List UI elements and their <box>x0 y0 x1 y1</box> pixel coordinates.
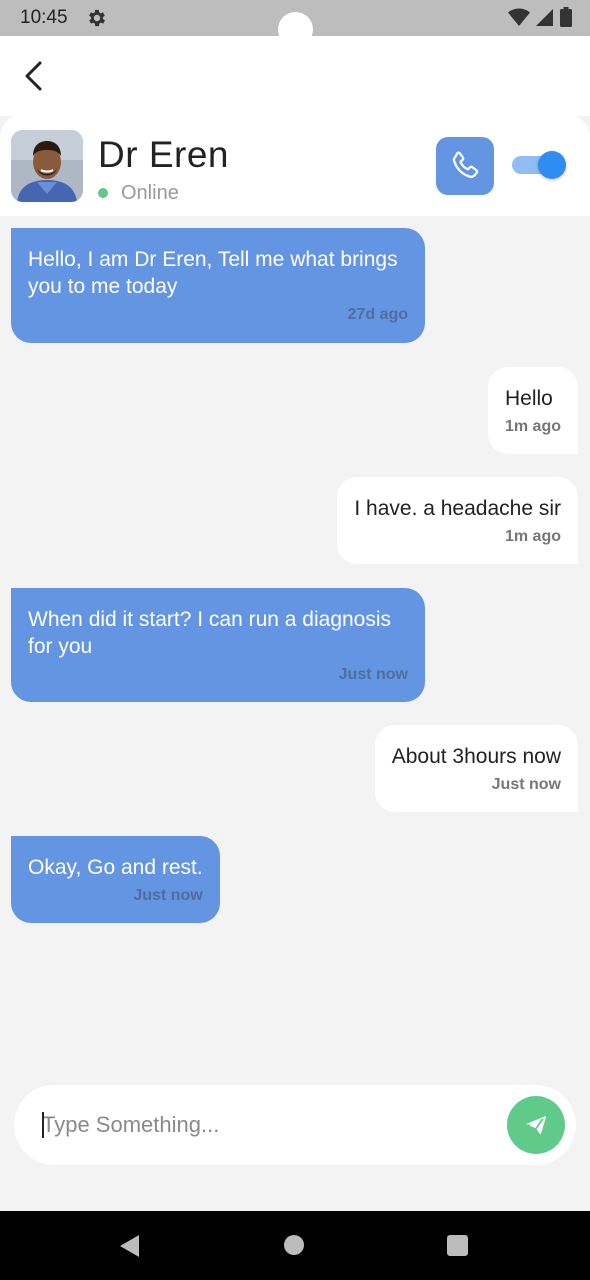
back-arrow-icon <box>25 61 42 91</box>
phone-icon <box>452 151 479 178</box>
message-text: I have. a headache sir <box>354 497 561 520</box>
signal-icon <box>536 7 554 32</box>
nav-back-icon[interactable] <box>119 1234 141 1258</box>
status-bar: 10:45 <box>0 0 590 47</box>
message-outgoing: About 3hours now Just now <box>374 725 578 812</box>
message-text: When did it start? I can run a diagnosis… <box>28 608 392 658</box>
battery-icon <box>560 7 572 32</box>
nav-home-icon[interactable] <box>284 1235 304 1255</box>
online-status: Online <box>121 182 179 204</box>
wifi-icon <box>508 7 530 32</box>
availability-toggle[interactable] <box>512 151 566 179</box>
message-outgoing: I have. a headache sir 1m ago <box>337 477 578 564</box>
message-text: About 3hours now <box>391 745 561 768</box>
doctor-name: Dr Eren <box>98 134 229 175</box>
send-button[interactable] <box>507 1096 565 1154</box>
gear-icon <box>86 7 108 29</box>
message-time: 1m ago <box>504 418 561 435</box>
message-composer <box>14 1085 576 1165</box>
text-cursor <box>42 1112 44 1138</box>
avatar[interactable] <box>11 130 83 202</box>
call-button[interactable] <box>436 137 494 195</box>
message-time: Just now <box>338 666 408 683</box>
message-time: Just now <box>133 887 203 904</box>
send-icon <box>525 1116 547 1135</box>
chat-header: Dr Eren Online <box>0 114 590 216</box>
message-incoming: Hello, I am Dr Eren, Tell me what brings… <box>11 228 425 343</box>
message-time: 27d ago <box>347 306 408 323</box>
status-icons <box>508 7 572 32</box>
message-time: Just now <box>491 776 561 793</box>
message-incoming: When did it start? I can run a diagnosis… <box>11 588 425 702</box>
toggle-thumb <box>538 151 566 179</box>
top-bar <box>0 36 590 116</box>
message-text: Hello, I am Dr Eren, Tell me what brings… <box>28 248 398 298</box>
message-incoming: Okay, Go and rest. Just now <box>11 836 220 923</box>
message-outgoing: Hello 1m ago <box>487 367 578 454</box>
status-time: 10:45 <box>20 7 68 28</box>
nav-recent-icon[interactable] <box>447 1235 468 1256</box>
message-text: Hello <box>504 387 553 410</box>
system-nav-bar <box>0 1211 590 1280</box>
back-button[interactable] <box>14 56 54 96</box>
online-indicator <box>98 188 108 198</box>
message-input[interactable] <box>42 1105 482 1145</box>
message-text: Okay, Go and rest. <box>28 856 203 879</box>
message-time: 1m ago <box>504 528 561 545</box>
